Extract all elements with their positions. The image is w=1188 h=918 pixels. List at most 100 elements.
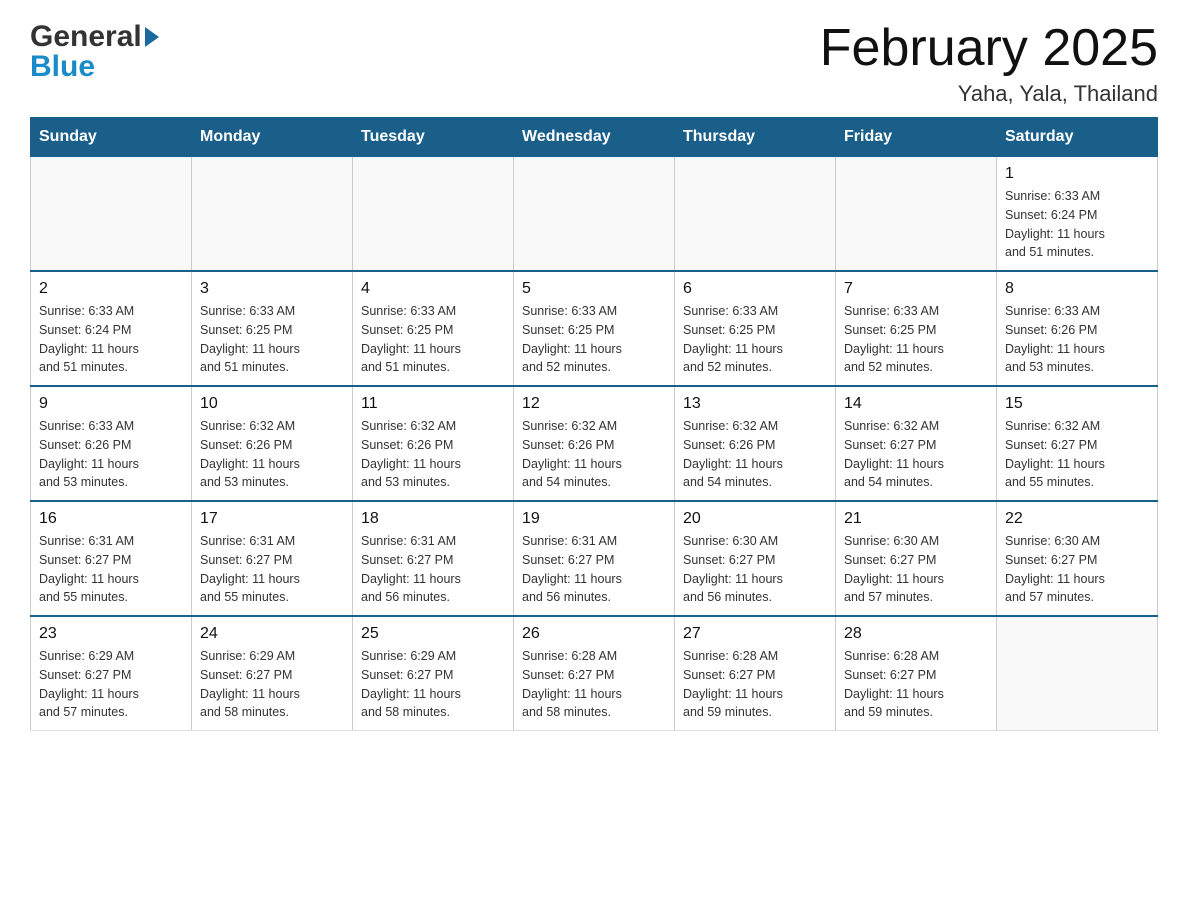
day-number: 9 [39,395,183,413]
day-number: 27 [683,625,827,643]
day-info: Sunrise: 6:33 AM Sunset: 6:25 PM Dayligh… [683,302,827,377]
day-info: Sunrise: 6:31 AM Sunset: 6:27 PM Dayligh… [200,532,344,607]
logo-arrow-icon [145,27,159,47]
day-info: Sunrise: 6:31 AM Sunset: 6:27 PM Dayligh… [361,532,505,607]
calendar-cell: 22 Sunrise: 6:30 AM Sunset: 6:27 PM Dayli… [997,501,1158,616]
day-info: Sunrise: 6:30 AM Sunset: 6:27 PM Dayligh… [683,532,827,607]
day-info: Sunrise: 6:30 AM Sunset: 6:27 PM Dayligh… [844,532,988,607]
weekday-header-monday: Monday [192,118,353,157]
logo: General Blue [30,20,159,84]
day-info: Sunrise: 6:33 AM Sunset: 6:25 PM Dayligh… [844,302,988,377]
calendar-cell: 11 Sunrise: 6:32 AM Sunset: 6:26 PM Dayli… [353,386,514,501]
day-number: 18 [361,510,505,528]
day-info: Sunrise: 6:31 AM Sunset: 6:27 PM Dayligh… [39,532,183,607]
calendar-cell: 13 Sunrise: 6:32 AM Sunset: 6:26 PM Dayli… [675,386,836,501]
day-number: 4 [361,280,505,298]
day-number: 11 [361,395,505,413]
day-number: 5 [522,280,666,298]
calendar-table: SundayMondayTuesdayWednesdayThursdayFrid… [30,117,1158,731]
day-number: 14 [844,395,988,413]
day-number: 24 [200,625,344,643]
calendar-cell: 14 Sunrise: 6:32 AM Sunset: 6:27 PM Dayli… [836,386,997,501]
day-number: 23 [39,625,183,643]
day-number: 3 [200,280,344,298]
calendar-cell: 12 Sunrise: 6:32 AM Sunset: 6:26 PM Dayli… [514,386,675,501]
weekday-header-wednesday: Wednesday [514,118,675,157]
day-info: Sunrise: 6:32 AM Sunset: 6:26 PM Dayligh… [200,417,344,492]
day-number: 8 [1005,280,1149,298]
day-number: 28 [844,625,988,643]
calendar-cell [353,157,514,272]
day-info: Sunrise: 6:29 AM Sunset: 6:27 PM Dayligh… [39,647,183,722]
day-info: Sunrise: 6:30 AM Sunset: 6:27 PM Dayligh… [1005,532,1149,607]
day-info: Sunrise: 6:28 AM Sunset: 6:27 PM Dayligh… [522,647,666,722]
calendar-cell [192,157,353,272]
calendar-cell: 5 Sunrise: 6:33 AM Sunset: 6:25 PM Daylig… [514,271,675,386]
calendar-week-row: 1 Sunrise: 6:33 AM Sunset: 6:24 PM Daylig… [31,157,1158,272]
calendar-cell: 4 Sunrise: 6:33 AM Sunset: 6:25 PM Daylig… [353,271,514,386]
calendar-cell [514,157,675,272]
day-info: Sunrise: 6:33 AM Sunset: 6:25 PM Dayligh… [361,302,505,377]
weekday-header-saturday: Saturday [997,118,1158,157]
day-info: Sunrise: 6:29 AM Sunset: 6:27 PM Dayligh… [200,647,344,722]
weekday-header-tuesday: Tuesday [353,118,514,157]
calendar-week-row: 23 Sunrise: 6:29 AM Sunset: 6:27 PM Dayli… [31,616,1158,731]
calendar-cell: 9 Sunrise: 6:33 AM Sunset: 6:26 PM Daylig… [31,386,192,501]
day-number: 22 [1005,510,1149,528]
day-number: 15 [1005,395,1149,413]
calendar-cell: 6 Sunrise: 6:33 AM Sunset: 6:25 PM Daylig… [675,271,836,386]
day-number: 26 [522,625,666,643]
calendar-cell: 21 Sunrise: 6:30 AM Sunset: 6:27 PM Dayli… [836,501,997,616]
calendar-cell: 2 Sunrise: 6:33 AM Sunset: 6:24 PM Daylig… [31,271,192,386]
day-number: 7 [844,280,988,298]
day-number: 25 [361,625,505,643]
calendar-cell [31,157,192,272]
page-header: General Blue February 2025 Yaha, Yala, T… [30,20,1158,107]
day-number: 2 [39,280,183,298]
day-info: Sunrise: 6:28 AM Sunset: 6:27 PM Dayligh… [683,647,827,722]
logo-general-text: General [30,20,159,54]
day-info: Sunrise: 6:32 AM Sunset: 6:27 PM Dayligh… [1005,417,1149,492]
day-info: Sunrise: 6:33 AM Sunset: 6:25 PM Dayligh… [200,302,344,377]
calendar-cell [675,157,836,272]
calendar-cell: 28Sunrise: 6:28 AM Sunset: 6:27 PM Dayli… [836,616,997,731]
calendar-cell: 26 Sunrise: 6:28 AM Sunset: 6:27 PM Dayli… [514,616,675,731]
day-number: 6 [683,280,827,298]
day-info: Sunrise: 6:33 AM Sunset: 6:24 PM Dayligh… [1005,187,1149,262]
weekday-header-thursday: Thursday [675,118,836,157]
day-info: Sunrise: 6:32 AM Sunset: 6:27 PM Dayligh… [844,417,988,492]
day-info: Sunrise: 6:33 AM Sunset: 6:24 PM Dayligh… [39,302,183,377]
calendar-cell: 24 Sunrise: 6:29 AM Sunset: 6:27 PM Dayli… [192,616,353,731]
calendar-cell [836,157,997,272]
day-info: Sunrise: 6:32 AM Sunset: 6:26 PM Dayligh… [361,417,505,492]
title-section: February 2025 Yaha, Yala, Thailand [820,20,1158,107]
day-info: Sunrise: 6:33 AM Sunset: 6:25 PM Dayligh… [522,302,666,377]
day-info: Sunrise: 6:33 AM Sunset: 6:26 PM Dayligh… [1005,302,1149,377]
month-title: February 2025 [820,20,1158,77]
calendar-header-row: SundayMondayTuesdayWednesdayThursdayFrid… [31,118,1158,157]
location-title: Yaha, Yala, Thailand [820,81,1158,107]
calendar-week-row: 2 Sunrise: 6:33 AM Sunset: 6:24 PM Daylig… [31,271,1158,386]
calendar-cell: 15 Sunrise: 6:32 AM Sunset: 6:27 PM Dayli… [997,386,1158,501]
calendar-cell: 10 Sunrise: 6:32 AM Sunset: 6:26 PM Dayli… [192,386,353,501]
day-number: 20 [683,510,827,528]
day-number: 21 [844,510,988,528]
day-info: Sunrise: 6:33 AM Sunset: 6:26 PM Dayligh… [39,417,183,492]
day-number: 10 [200,395,344,413]
calendar-cell: 1 Sunrise: 6:33 AM Sunset: 6:24 PM Daylig… [997,157,1158,272]
day-number: 16 [39,510,183,528]
calendar-cell: 7 Sunrise: 6:33 AM Sunset: 6:25 PM Daylig… [836,271,997,386]
weekday-header-friday: Friday [836,118,997,157]
day-number: 12 [522,395,666,413]
day-number: 13 [683,395,827,413]
calendar-week-row: 16 Sunrise: 6:31 AM Sunset: 6:27 PM Dayli… [31,501,1158,616]
calendar-cell: 18 Sunrise: 6:31 AM Sunset: 6:27 PM Dayli… [353,501,514,616]
day-number: 1 [1005,165,1149,183]
day-info: Sunrise: 6:32 AM Sunset: 6:26 PM Dayligh… [683,417,827,492]
calendar-cell: 23 Sunrise: 6:29 AM Sunset: 6:27 PM Dayli… [31,616,192,731]
calendar-cell: 19Sunrise: 6:31 AM Sunset: 6:27 PM Dayli… [514,501,675,616]
day-info: Sunrise: 6:31 AM Sunset: 6:27 PM Dayligh… [522,532,666,607]
calendar-cell: 3 Sunrise: 6:33 AM Sunset: 6:25 PM Daylig… [192,271,353,386]
calendar-cell [997,616,1158,731]
day-info: Sunrise: 6:32 AM Sunset: 6:26 PM Dayligh… [522,417,666,492]
